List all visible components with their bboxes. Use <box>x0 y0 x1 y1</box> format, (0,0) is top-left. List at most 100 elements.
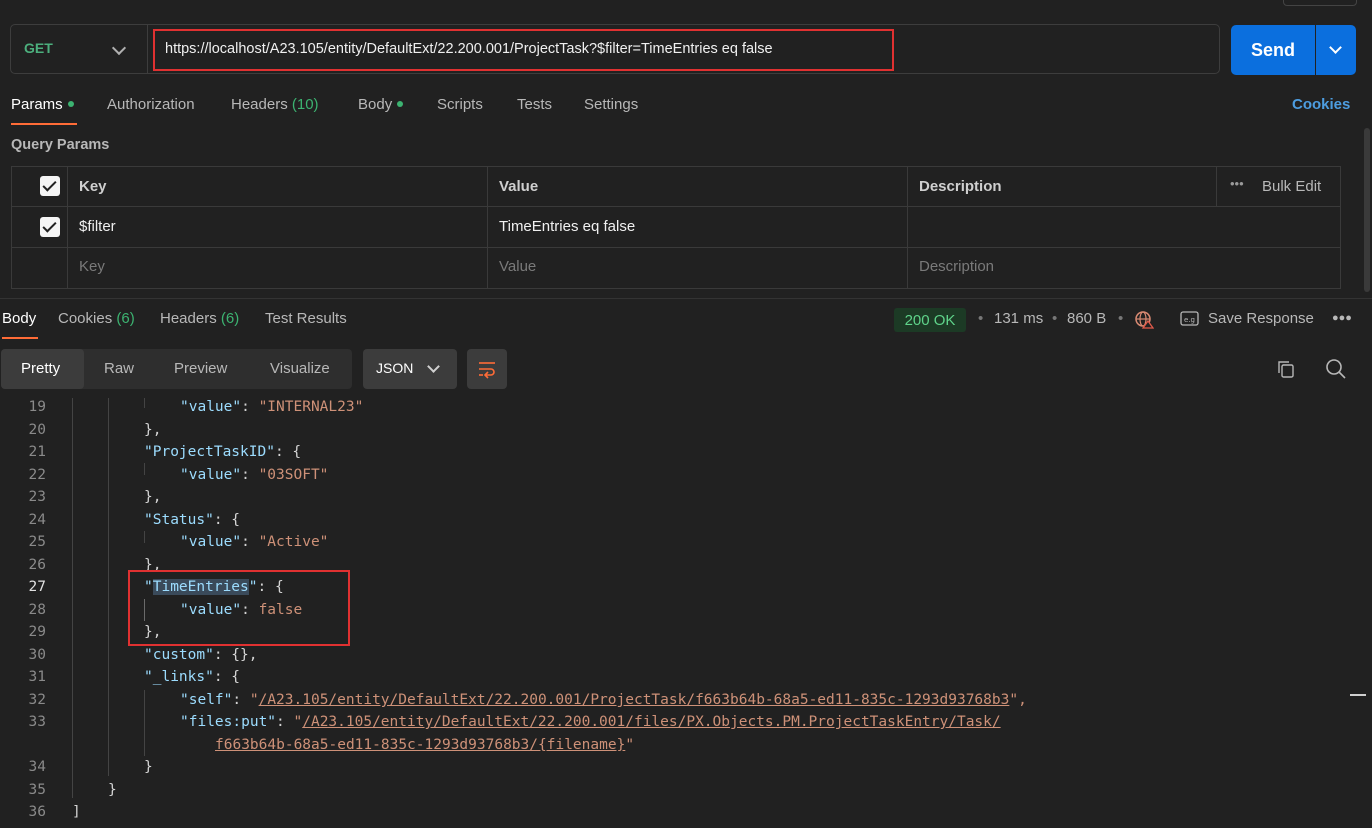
tab-body[interactable]: Body <box>358 96 404 113</box>
select-all-checkbox[interactable] <box>40 176 60 196</box>
column-header-description: Description <box>919 178 1002 195</box>
code-line: "value": "INTERNAL23" <box>180 399 364 415</box>
params-table <box>11 166 1341 289</box>
line-number: 29 <box>28 624 46 640</box>
method-select[interactable]: GET <box>24 40 53 56</box>
more-options-icon[interactable]: ●●● <box>1332 312 1352 324</box>
view-pretty[interactable]: Pretty <box>21 360 60 377</box>
new-value-input[interactable]: Value <box>499 258 536 275</box>
send-options-chevron-icon[interactable] <box>1316 25 1356 75</box>
param-value-cell[interactable]: TimeEntries eq false <box>499 218 635 235</box>
self-link[interactable]: /A23.105/entity/DefaultExt/22.200.001/Pr… <box>259 692 1010 708</box>
indent-guide <box>108 398 109 776</box>
save-response-button[interactable]: Save Response <box>1208 310 1314 327</box>
search-icon[interactable] <box>1325 358 1347 380</box>
tab-params[interactable]: Params <box>11 96 74 113</box>
line-number: 30 <box>28 647 46 663</box>
json-punct: " <box>249 692 259 708</box>
code-line: "_links": { <box>144 669 240 685</box>
tab-headers[interactable]: Headers (10) <box>231 96 319 113</box>
json-punct: : { <box>213 512 241 528</box>
line-number: 31 <box>28 669 46 685</box>
code-line: "custom": {}, <box>144 647 258 663</box>
json-key: "_links" <box>144 669 214 685</box>
line-number: 19 <box>28 399 46 415</box>
tab-response-body[interactable]: Body <box>2 310 36 327</box>
new-description-input[interactable]: Description <box>919 258 994 275</box>
cookies-count: (6) <box>116 310 135 327</box>
view-preview[interactable]: Preview <box>174 360 227 377</box>
json-key: "custom" <box>144 647 214 663</box>
code-line: ] <box>72 804 81 820</box>
tab-test-results[interactable]: Test Results <box>265 310 347 327</box>
indent-guide <box>144 463 145 475</box>
scrollbar-marker[interactable] <box>1350 694 1366 696</box>
url-highlight-box <box>153 29 894 71</box>
column-header-key: Key <box>79 178 107 195</box>
cookies-link[interactable]: Cookies <box>1292 96 1350 113</box>
copy-icon[interactable] <box>1276 359 1296 379</box>
tab-scripts[interactable]: Scripts <box>437 96 483 113</box>
divider <box>1216 166 1217 207</box>
json-key: "files:put" <box>180 714 277 730</box>
files-put-link[interactable]: f663b64b-68a5-ed11-835c-1293d93768b3/{fi… <box>215 737 625 753</box>
active-tab-indicator <box>11 123 77 125</box>
code-line: "ProjectTaskID": { <box>144 444 301 460</box>
column-header-value: Value <box>499 178 539 195</box>
network-globe-icon[interactable] <box>1134 309 1154 329</box>
active-tab-indicator <box>2 337 38 339</box>
view-visualize[interactable]: Visualize <box>270 360 330 377</box>
json-key: "value" <box>180 399 242 415</box>
divider <box>11 206 1341 207</box>
tab-settings[interactable]: Settings <box>584 96 638 113</box>
line-number: 34 <box>28 759 46 775</box>
view-raw[interactable]: Raw <box>104 360 134 377</box>
code-line: "value": "03SOFT" <box>180 467 329 483</box>
new-key-input[interactable]: Key <box>79 258 105 275</box>
line-number: 26 <box>28 557 46 573</box>
line-number: 27 <box>28 579 46 595</box>
format-select-label: JSON <box>376 360 414 376</box>
line-number: 35 <box>28 782 46 798</box>
tab-tests[interactable]: Tests <box>517 96 552 113</box>
json-key: "ProjectTaskID" <box>144 444 275 460</box>
bulk-edit-button[interactable]: Bulk Edit <box>1262 178 1321 195</box>
param-key-cell[interactable]: $filter <box>79 218 116 235</box>
divider <box>907 166 908 289</box>
code-line: } <box>108 782 117 798</box>
indent-guide <box>144 398 145 408</box>
files-put-link[interactable]: /A23.105/entity/DefaultExt/22.200.001/fi… <box>302 714 1000 730</box>
send-button[interactable]: Send <box>1231 25 1315 75</box>
top-right-button[interactable] <box>1283 0 1357 6</box>
code-line: }, <box>144 422 162 438</box>
json-punct: : { <box>213 669 241 685</box>
json-string: "03SOFT" <box>258 467 329 483</box>
response-time[interactable]: 131 ms <box>994 310 1043 327</box>
tab-response-headers[interactable]: Headers (6) <box>160 310 239 327</box>
status-badge[interactable]: 200 OK <box>894 308 966 332</box>
line-number: 25 <box>28 534 46 550</box>
save-response-icon[interactable]: e.g <box>1180 310 1200 328</box>
headers-count: (10) <box>291 96 319 113</box>
line-number: 20 <box>28 422 46 438</box>
json-key: "Status" <box>144 512 214 528</box>
code-line: "value": "Active" <box>180 534 329 550</box>
tab-label: Headers <box>160 310 217 327</box>
param-row-checkbox[interactable] <box>40 217 60 237</box>
tab-authorization[interactable]: Authorization <box>107 96 195 113</box>
scrollbar[interactable] <box>1364 128 1370 292</box>
response-size[interactable]: 860 B <box>1067 310 1106 327</box>
line-number: 24 <box>28 512 46 528</box>
tab-label: Params <box>11 96 63 113</box>
modified-dot-icon <box>397 101 404 108</box>
tab-label: Cookies <box>58 310 113 327</box>
tab-response-cookies[interactable]: Cookies (6) <box>58 310 135 327</box>
divider <box>147 25 148 73</box>
separator-dot: • <box>1118 310 1124 327</box>
json-punct: " <box>625 737 635 753</box>
time-entries-highlight-box <box>128 570 350 646</box>
tab-label: Body <box>358 96 393 113</box>
more-options-icon[interactable]: ••• <box>1230 176 1244 191</box>
code-line-wrapped: f663b64b-68a5-ed11-835c-1293d93768b3/{fi… <box>215 737 634 753</box>
line-number: 33 <box>28 714 46 730</box>
